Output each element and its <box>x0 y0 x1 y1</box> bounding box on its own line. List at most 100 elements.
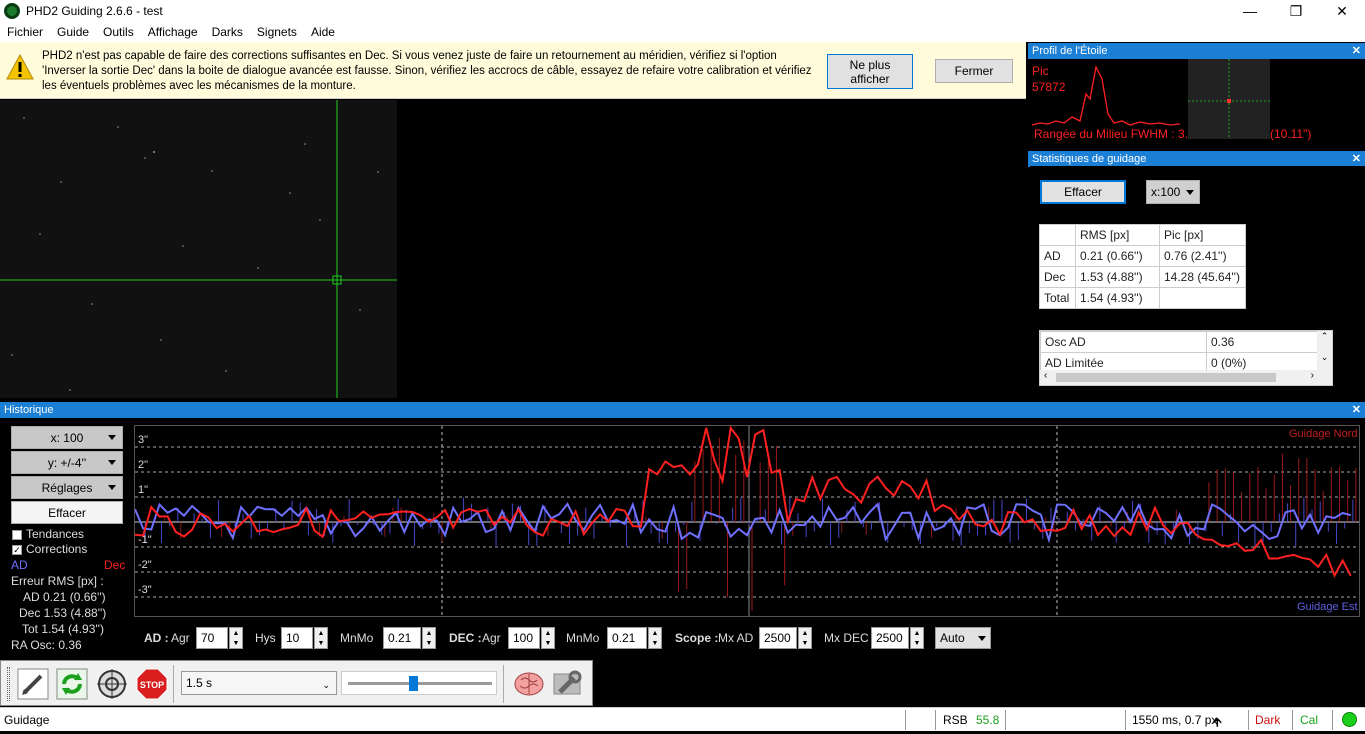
main-toolbar: STOP 1.5 s ⌄ <box>0 660 593 706</box>
guide-stats-title: Statistiques de guidage <box>1032 153 1147 165</box>
table-row: AD 0.21 (0.66'') 0.76 (2.41'') <box>1039 245 1246 267</box>
pencil-icon[interactable] <box>17 668 49 700</box>
status-separator <box>935 710 936 730</box>
slider-thumb[interactable] <box>409 676 418 691</box>
wrench-icon[interactable] <box>552 668 584 700</box>
table-row: Dec 1.53 (4.88'') 14.28 (45.64'') <box>1039 266 1246 288</box>
y-tick-label: -2" <box>138 559 152 571</box>
dec-agr-stepper[interactable]: ▲ ▼ <box>541 627 555 649</box>
close-icon[interactable]: ✕ <box>1352 43 1361 59</box>
close-icon[interactable]: ✕ <box>1352 402 1361 418</box>
mxad-input[interactable]: 2500 <box>759 627 797 649</box>
ad-hys-input[interactable]: 10 <box>281 627 313 649</box>
exposure-dropdown[interactable]: 1.5 s ⌄ <box>181 671 337 695</box>
svg-text:STOP: STOP <box>140 680 164 690</box>
gamma-slider[interactable] <box>341 671 497 695</box>
guide-graph[interactable]: Guidage Nord Guidage Est 3" 2" 1" -1" -2… <box>134 425 1360 617</box>
guide-target-icon[interactable] <box>96 668 128 700</box>
rms-title: Erreur RMS [px] : <box>11 574 104 588</box>
vertical-scrollbar[interactable]: ⌃ ⌄ <box>1317 331 1332 371</box>
ad-mnmo-input[interactable]: 0.21 <box>383 627 421 649</box>
history-header: Historique ✕ <box>0 402 1365 418</box>
ad-hys-label: Hys <box>255 631 276 645</box>
window-title: PHD2 Guiding 2.6.6 - test <box>26 4 163 18</box>
y-scale-dropdown[interactable]: y: +/-4'' <box>11 451 123 474</box>
table-row: Total 1.54 (4.93'') <box>1039 287 1246 309</box>
dec-mnmo-input[interactable]: 0.21 <box>607 627 647 649</box>
mxdec-stepper[interactable]: ▲ ▼ <box>910 627 924 649</box>
ad-hys-stepper[interactable]: ▲ ▼ <box>314 627 328 649</box>
chevron-down-icon <box>978 636 986 641</box>
dec-param-label: DEC : <box>449 631 482 645</box>
menu-aide[interactable]: Aide <box>304 25 342 39</box>
table-cell: 0.76 (2.41'') <box>1159 245 1246 267</box>
menu-outils[interactable]: Outils <box>96 25 141 39</box>
guide-stats-header: Statistiques de guidage ✕ <box>1028 151 1365 167</box>
title-bar: PHD2 Guiding 2.6.6 - test — ❐ ✕ <box>0 0 1365 22</box>
table-cell: Total <box>1039 287 1076 309</box>
table-cell: 0.36 <box>1206 331 1318 353</box>
table-cell <box>1159 287 1246 309</box>
close-window-button[interactable]: ✕ <box>1319 0 1365 22</box>
dec-mnmo-stepper[interactable]: ▲ ▼ <box>648 627 662 649</box>
loop-icon[interactable] <box>56 668 88 700</box>
stats-table: RMS [px] Pic [px] AD 0.21 (0.66'') 0.76 (2… <box>1039 224 1246 309</box>
dont-show-again-button[interactable]: Ne plus afficher <box>827 54 913 89</box>
ad-agr-stepper[interactable]: ▲ ▼ <box>229 627 243 649</box>
rms-ad: AD 0.21 (0.66'') <box>23 590 106 604</box>
table-row: RMS [px] Pic [px] <box>1039 224 1246 246</box>
menu-fichier[interactable]: Fichier <box>0 25 50 39</box>
status-separator <box>1292 710 1293 730</box>
settings-dropdown[interactable]: Réglages <box>11 476 123 499</box>
guide-east-label: Guidage Est <box>1297 601 1358 613</box>
brain-icon[interactable] <box>513 668 545 700</box>
stop-icon[interactable]: STOP <box>136 668 168 700</box>
guide-north-label: Guidage Nord <box>1289 428 1358 440</box>
infobar-close-button[interactable]: Fermer <box>935 59 1013 83</box>
osc-list[interactable]: Osc AD 0.36 AD Limitée 0 (0%) ⌃ ⌄ ‹ › <box>1039 330 1333 386</box>
corrections-checkbox[interactable]: ✓ <box>12 545 22 555</box>
stats-clear-button[interactable]: Effacer <box>1040 180 1126 204</box>
ad-agr-input[interactable]: 70 <box>196 627 228 649</box>
ra-legend: AD <box>11 558 28 572</box>
corrections-label: Corrections <box>26 542 88 556</box>
status-separator <box>1125 710 1126 730</box>
x-scale-value: x: 100 <box>50 430 84 445</box>
table-cell: 0.21 (0.66'') <box>1075 245 1160 267</box>
table-cell: Osc AD <box>1040 331 1207 353</box>
close-icon[interactable]: ✕ <box>1352 151 1361 167</box>
menu-guide[interactable]: Guide <box>50 25 96 39</box>
y-tick-label: -1" <box>138 534 152 546</box>
ad-agr-label: Agr <box>171 631 190 645</box>
menu-affichage[interactable]: Affichage <box>141 25 205 39</box>
status-mode: Guidage <box>4 713 50 727</box>
x-scale-dropdown[interactable]: x: 100 <box>11 426 123 449</box>
menu-darks[interactable]: Darks <box>205 25 250 39</box>
mxad-stepper[interactable]: ▲ ▼ <box>798 627 812 649</box>
rms-total: Tot 1.54 (4.93'') <box>22 622 104 636</box>
star-profile-header: Profil de l'Étoile ✕ <box>1028 43 1365 59</box>
minimize-button[interactable]: — <box>1227 0 1273 22</box>
y-tick-label: -3" <box>138 584 152 596</box>
warning-infobar: PHD2 n'est pas capable de faire des corr… <box>0 42 1026 99</box>
camera-view[interactable] <box>0 100 397 398</box>
horizontal-scrollbar[interactable]: ‹ › <box>1040 370 1332 385</box>
settings-label: Réglages <box>41 480 93 495</box>
history-clear-button[interactable]: Effacer <box>11 501 123 524</box>
stats-scale-dropdown[interactable]: x:100 <box>1146 180 1200 204</box>
trends-checkbox[interactable] <box>12 530 22 540</box>
y-tick-label: 3" <box>138 434 149 446</box>
dec-agr-input[interactable]: 100 <box>508 627 540 649</box>
menu-signets[interactable]: Signets <box>250 25 304 39</box>
ad-mnmo-stepper[interactable]: ▲ ▼ <box>422 627 436 649</box>
fwhm-label: Rangée du Milieu FWHM : 3. <box>1034 127 1189 141</box>
status-bar: Guidage RSB 55.8 1550 ms, 0.7 px 🡩 Dark … <box>0 707 1365 731</box>
mxdec-input[interactable]: 2500 <box>871 627 909 649</box>
toolbar-grip[interactable] <box>7 667 10 701</box>
dont-show-label-2: afficher <box>850 71 890 86</box>
warning-line-1: PHD2 n'est pas capable de faire des corr… <box>42 50 777 62</box>
chevron-down-icon <box>108 435 116 440</box>
dec-mode-dropdown[interactable]: Auto <box>935 627 991 649</box>
maximize-button[interactable]: ❐ <box>1273 0 1319 22</box>
snr-value: 55.8 <box>976 713 1000 727</box>
